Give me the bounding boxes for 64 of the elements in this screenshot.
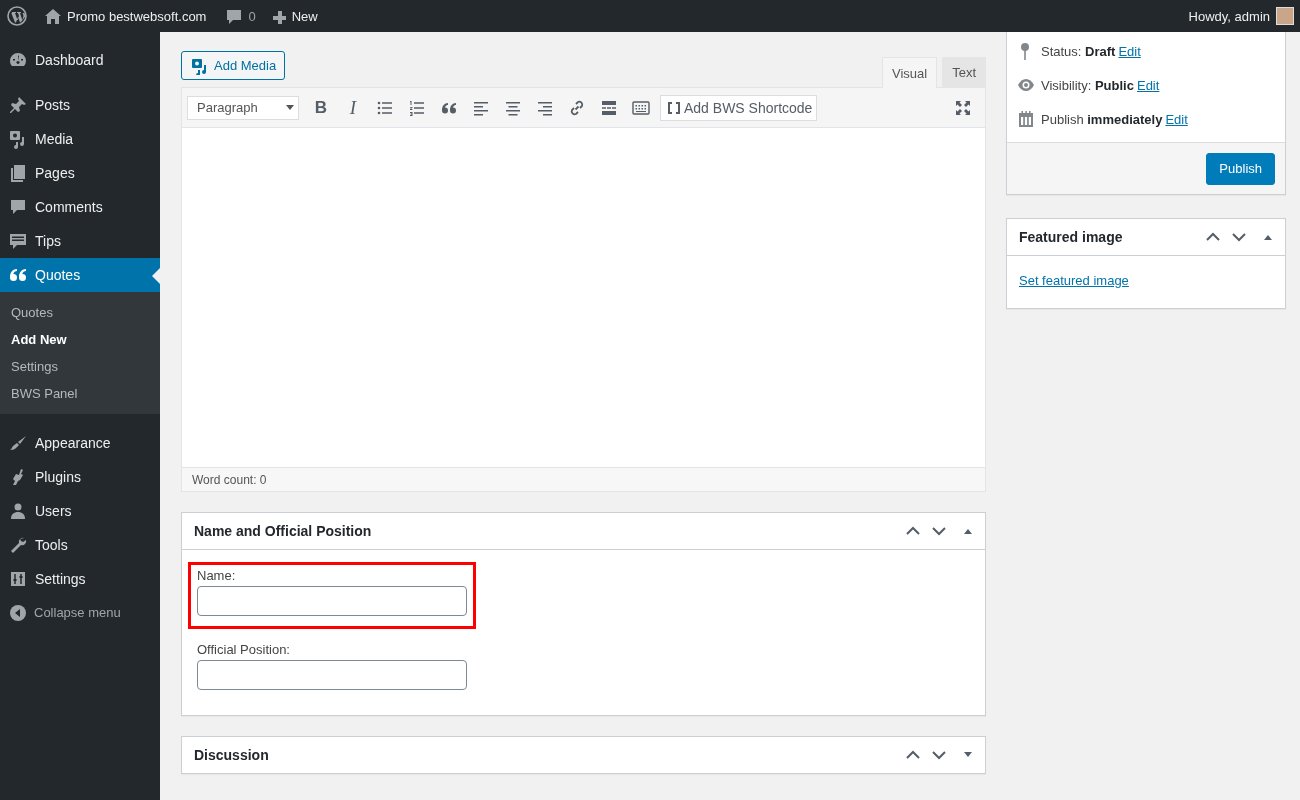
set-featured-image-link[interactable]: Set featured image (1019, 273, 1129, 288)
menu-item[interactable]: Dashboard (0, 43, 160, 77)
collapse-menu-link[interactable]: Collapse menu (34, 604, 121, 620)
home-icon (43, 7, 61, 25)
pages-icon (8, 163, 28, 183)
menu-item[interactable]: Plugins (0, 460, 160, 494)
menu-item[interactable]: Tools (0, 528, 160, 562)
metabox-title: Name and Official Position (194, 523, 372, 539)
shortcode-button[interactable]: Add BWS Shortcode (660, 94, 818, 121)
brackets-icon (667, 100, 681, 115)
menu-item[interactable]: Posts (0, 88, 160, 122)
keyboard-icon[interactable] (632, 98, 650, 117)
new-link[interactable]: New (291, 8, 318, 24)
menu-item[interactable]: Tips (0, 224, 160, 258)
edit-link[interactable]: Edit (1136, 77, 1160, 93)
text-input-field[interactable] (197, 660, 467, 690)
publish-setting-text: Status: Draft (1041, 43, 1116, 59)
editor-tab[interactable]: Visual (881, 57, 938, 88)
publish-setting-text: Visibility: Public (1041, 77, 1134, 93)
wordpress-logo-icon[interactable] (7, 6, 27, 26)
submenu-item[interactable]: Add New (0, 326, 78, 353)
italic-button[interactable]: I (337, 93, 369, 122)
submenu-item[interactable]: BWS Panel (0, 380, 89, 407)
media-icon (190, 56, 208, 75)
submenu-item[interactable]: Quotes (0, 299, 64, 326)
greeting-link[interactable]: Howdy, admin (1188, 8, 1270, 24)
left-arrow-circle-icon[interactable] (8, 603, 26, 621)
sliders-icon (8, 569, 28, 589)
site-name-link[interactable]: Promo bestwebsoft.com (67, 8, 207, 24)
submenu-item[interactable]: Settings (0, 353, 69, 380)
field-label: Official Position: (197, 642, 291, 657)
menu-item[interactable]: Media (0, 122, 160, 156)
menu-item[interactable]: Quotes (0, 258, 160, 292)
link-icon[interactable] (568, 98, 586, 117)
comment-count[interactable]: 0 (248, 8, 256, 24)
user-icon (8, 501, 28, 521)
edit-link[interactable]: Edit (1118, 43, 1141, 59)
eye-icon (1017, 76, 1035, 94)
pushpin-icon (8, 95, 28, 115)
add-media-button[interactable]: Add Media (181, 51, 286, 80)
editor-tab[interactable]: Text (942, 57, 986, 87)
word-count: Word count: 0 (192, 472, 267, 487)
edit-link[interactable]: Edit (1165, 111, 1188, 127)
message-lines-icon (8, 231, 28, 251)
menu-item[interactable]: Pages (0, 156, 160, 190)
menu-item[interactable]: Users (0, 494, 160, 528)
bold-button[interactable]: B (305, 93, 337, 122)
publish-setting-text: Publish immediately (1041, 111, 1163, 127)
paintbrush-icon (8, 433, 28, 453)
menu-item[interactable]: Settings (0, 562, 160, 596)
fullscreen-icon[interactable] (954, 98, 972, 117)
menu-item[interactable]: Appearance (0, 426, 160, 460)
speech-bubble-icon (8, 197, 28, 217)
metabox-title: Featured image (1019, 229, 1123, 245)
menu-item[interactable]: Comments (0, 190, 160, 224)
calendar-icon (1017, 110, 1035, 128)
speech-bubble-icon (224, 7, 243, 25)
field-label: Name: (197, 568, 237, 583)
metabox-title: Discussion (194, 747, 269, 763)
format-select[interactable]: Paragraph (187, 95, 299, 120)
numbered-list-icon[interactable] (408, 98, 426, 117)
read-more-icon[interactable] (600, 98, 618, 117)
publish-button[interactable]: Publish (1206, 152, 1275, 185)
text-input-field[interactable] (197, 586, 467, 616)
